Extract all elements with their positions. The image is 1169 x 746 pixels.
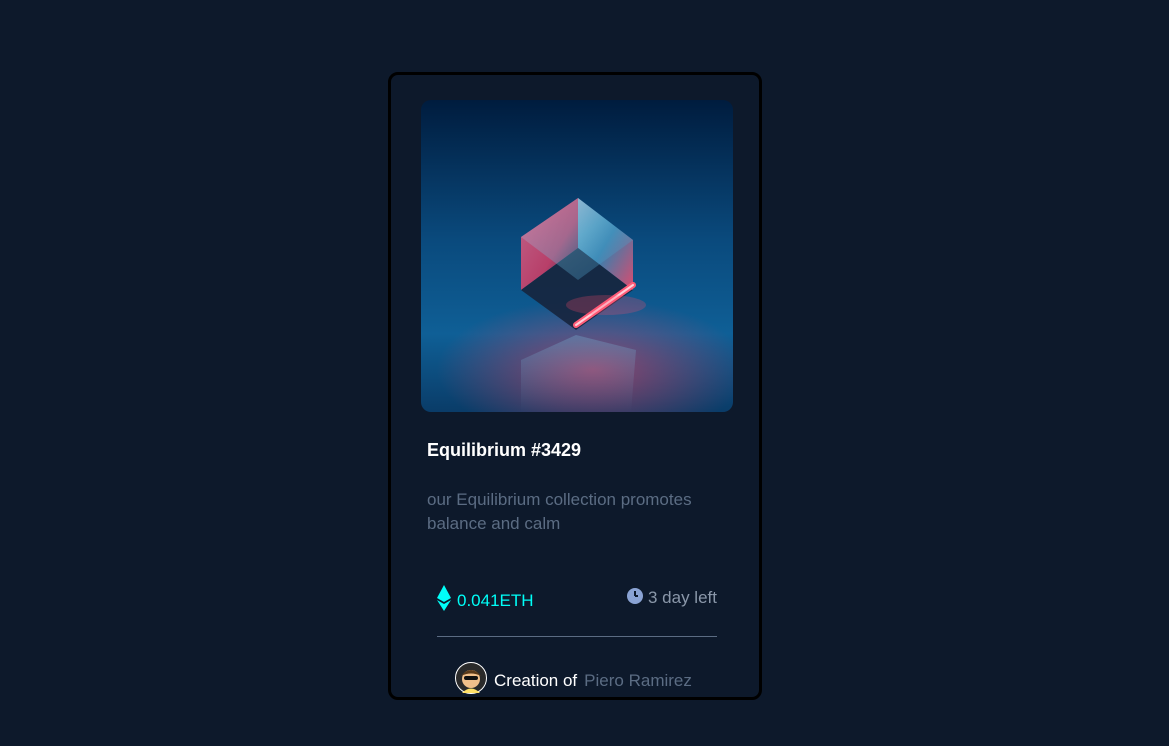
clock-icon [626, 585, 644, 610]
ethereum-icon [437, 585, 451, 616]
nft-image[interactable] [421, 100, 733, 412]
price-value: 0.041ETH [457, 590, 534, 610]
time-info: 3 day left [626, 585, 717, 610]
time-left: 3 day left [648, 587, 717, 607]
creator-info: Creation of Piero Ramirez [455, 662, 692, 699]
divider [437, 636, 717, 637]
nft-card: Equilibrium #3429 our Equilibrium collec… [388, 72, 762, 700]
nft-description: our Equilibrium collection promotes bala… [427, 490, 692, 533]
nft-title[interactable]: Equilibrium #3429 [427, 440, 581, 461]
creator-prefix: Creation of [494, 670, 578, 690]
price-info: 0.041ETH [437, 585, 534, 616]
avatar [455, 662, 487, 699]
creator-name[interactable]: Piero Ramirez [584, 671, 692, 691]
